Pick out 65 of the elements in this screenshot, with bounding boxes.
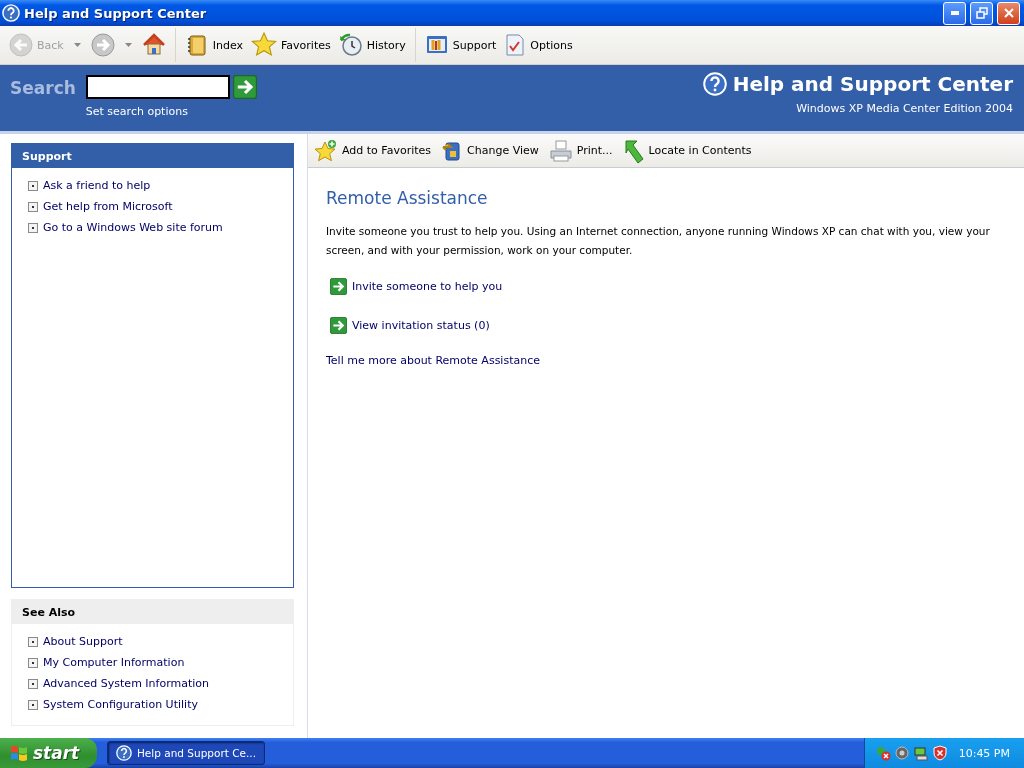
panel-header: See Also xyxy=(12,600,293,624)
printer-icon xyxy=(548,138,573,163)
help-icon xyxy=(2,4,20,22)
window-title: Help and Support Center xyxy=(24,5,208,21)
arrow-icon xyxy=(622,137,645,164)
sidebar-link[interactable]: Go to a Windows Web site forum xyxy=(43,221,223,234)
more-link[interactable]: Tell me more about Remote Assistance xyxy=(326,354,540,367)
edition-text: Windows XP Media Center Edition 2004 xyxy=(796,102,1013,115)
sidebar-link[interactable]: My Computer Information xyxy=(43,656,185,669)
arrow-icon[interactable] xyxy=(330,317,347,334)
star-plus-icon xyxy=(314,138,338,163)
history-button[interactable]: History xyxy=(335,31,409,59)
bullet-icon xyxy=(28,657,38,668)
print-button[interactable]: Print... xyxy=(548,138,613,163)
dropdown-icon[interactable] xyxy=(73,43,81,47)
action-link[interactable]: View invitation status (0) xyxy=(352,319,490,332)
add-favorite-button[interactable]: Add to Favorites xyxy=(314,138,432,163)
star-icon xyxy=(251,32,277,58)
locate-button[interactable]: Locate in Contents xyxy=(622,137,752,164)
sidebar-link[interactable]: System Configuration Utility xyxy=(43,698,198,711)
dropdown-icon[interactable] xyxy=(124,43,132,47)
arrow-icon[interactable] xyxy=(330,278,347,295)
index-button[interactable]: Index xyxy=(181,31,246,59)
panel-header: Support xyxy=(12,144,293,168)
bullet-icon xyxy=(28,180,38,191)
help-icon xyxy=(116,745,132,761)
taskbar-button[interactable]: Help and Support Ce... xyxy=(107,741,265,765)
clock-icon xyxy=(338,33,363,57)
start-button[interactable]: start xyxy=(0,738,97,768)
sidebar-link[interactable]: Ask a friend to help xyxy=(43,179,151,192)
search-label: Search xyxy=(10,78,76,100)
search-field[interactable] xyxy=(85,75,230,99)
close-icon xyxy=(1002,7,1015,19)
shield-warning-icon[interactable] xyxy=(931,745,948,761)
bullet-icon xyxy=(28,678,38,689)
help-icon xyxy=(702,72,727,96)
bullet-icon xyxy=(28,201,38,212)
action-link[interactable]: Invite someone to help you xyxy=(352,280,503,293)
support-button[interactable]: Support xyxy=(421,31,500,59)
change-view-button[interactable]: Change View xyxy=(441,138,539,163)
banner-title: Help and Support Center xyxy=(732,72,1013,96)
house-icon xyxy=(141,33,166,57)
minimize-button[interactable] xyxy=(943,1,966,25)
bullet-icon xyxy=(28,222,38,233)
checklist-icon xyxy=(504,33,527,57)
bullet-icon xyxy=(28,699,38,710)
search-options-link[interactable]: Set search options xyxy=(85,105,257,118)
minimize-icon xyxy=(950,11,959,15)
page-heading: Remote Assistance xyxy=(326,188,488,208)
go-button[interactable] xyxy=(232,75,257,99)
speaker-icon[interactable] xyxy=(893,745,910,761)
restore-button[interactable] xyxy=(970,1,993,25)
sidebar-link[interactable]: Get help from Microsoft xyxy=(43,200,173,213)
options-button[interactable]: Options xyxy=(501,31,576,59)
network-warning-icon[interactable] xyxy=(874,745,891,761)
bullet-icon xyxy=(28,636,38,647)
favorites-button[interactable]: Favorites xyxy=(248,30,334,60)
computer-icon[interactable] xyxy=(912,745,929,761)
close-button[interactable] xyxy=(997,1,1020,25)
flag-icon xyxy=(10,744,28,762)
sidebar-link[interactable]: About Support xyxy=(43,635,123,648)
clock: 10:45 PM xyxy=(958,746,1010,760)
sidebar-link[interactable]: Advanced System Information xyxy=(43,677,210,690)
restore-icon xyxy=(975,7,988,19)
intro-paragraph: Invite someone you trust to help you. Using an Internet connection, anyone running Windows XP can chat with you, view your screen, and with your permission, work on your computer. xyxy=(326,224,991,258)
